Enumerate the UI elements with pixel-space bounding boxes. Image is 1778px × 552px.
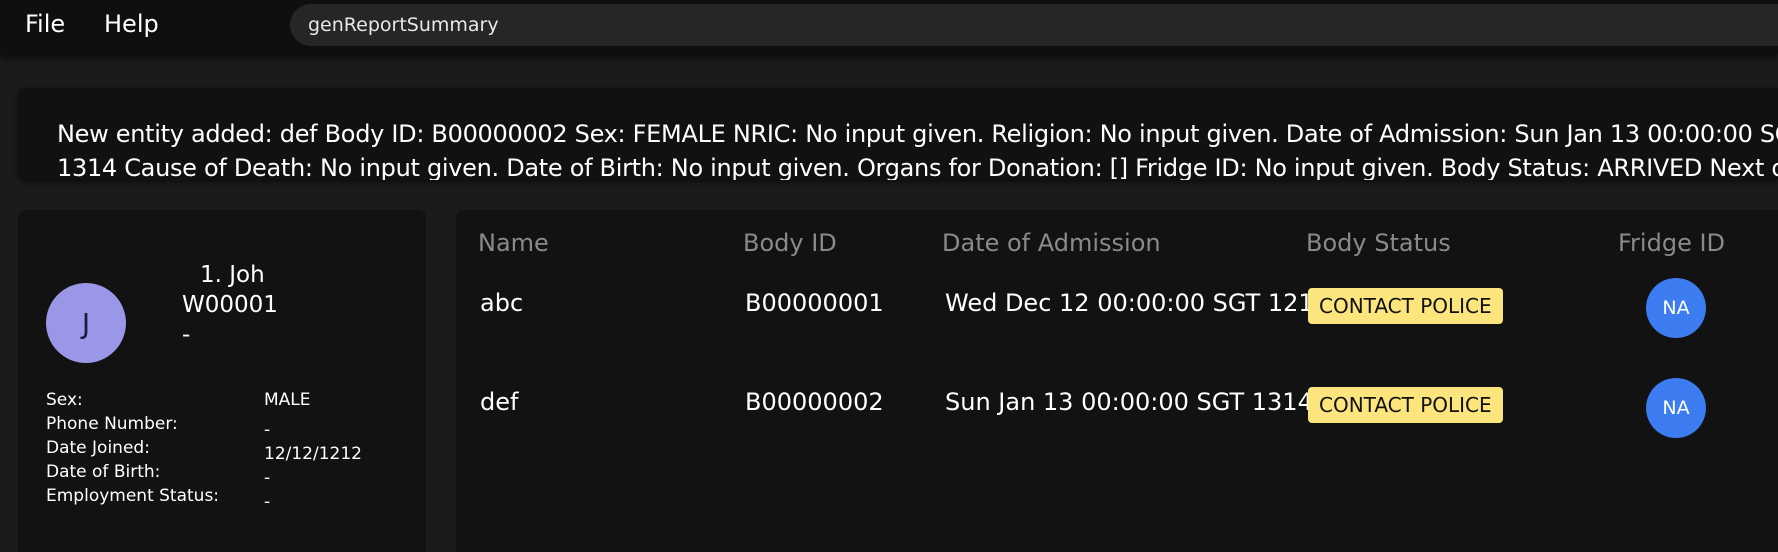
header-fridge-id: Fridge ID [1618, 229, 1726, 257]
profile-card: J 1. Joh W00001 - Sex: MALE Phone Number… [18, 210, 426, 552]
profile-name: 1. Joh [200, 262, 265, 288]
menu-file[interactable]: File [25, 10, 65, 38]
body-table: Name Body ID Date of Admission Body Stat… [456, 210, 1778, 552]
header-body-status: Body Status [1306, 229, 1451, 257]
cell-date-of-admission: Sun Jan 13 00:00:00 SGT 1314 [945, 388, 1313, 416]
avatar: J [46, 283, 126, 363]
command-box [290, 4, 1778, 46]
menu-help[interactable]: Help [104, 10, 159, 38]
cell-body-id: B00000002 [745, 388, 884, 416]
command-input[interactable] [290, 4, 1778, 46]
header-body-id: Body ID [743, 229, 837, 257]
cell-name: abc [480, 289, 524, 317]
detail-label: Date Joined: [46, 438, 150, 458]
detail-value: MALE [264, 390, 311, 410]
detail-label: Sex: [46, 390, 83, 410]
cell-body-id: B00000001 [745, 289, 884, 317]
fridge-badge: NA [1646, 378, 1706, 438]
menu-bar: File Help [0, 0, 1778, 54]
profile-id: W00001 [182, 292, 278, 318]
cell-date-of-admission: Wed Dec 12 00:00:00 SGT 1212 [945, 289, 1329, 317]
status-badge: CONTACT POLICE [1308, 288, 1503, 324]
result-text: New entity added: def Body ID: B00000002… [57, 120, 1778, 180]
result-display[interactable]: New entity added: def Body ID: B00000002… [18, 88, 1778, 180]
cell-name: def [480, 388, 519, 416]
profile-extra: - [182, 322, 191, 348]
detail-value: 12/12/1212 [264, 444, 362, 464]
header-name: Name [478, 229, 549, 257]
fridge-badge: NA [1646, 278, 1706, 338]
detail-value: - [264, 468, 271, 488]
profile-header: 1. Joh W00001 - [182, 260, 278, 350]
detail-label: Phone Number: [46, 414, 178, 434]
status-badge: CONTACT POLICE [1308, 387, 1503, 423]
header-date-of-admission: Date of Admission [942, 229, 1161, 257]
detail-label: Date of Birth: [46, 462, 161, 482]
detail-value: - [264, 420, 271, 440]
detail-value: - [264, 492, 271, 512]
detail-label: Employment Status: [46, 486, 220, 506]
